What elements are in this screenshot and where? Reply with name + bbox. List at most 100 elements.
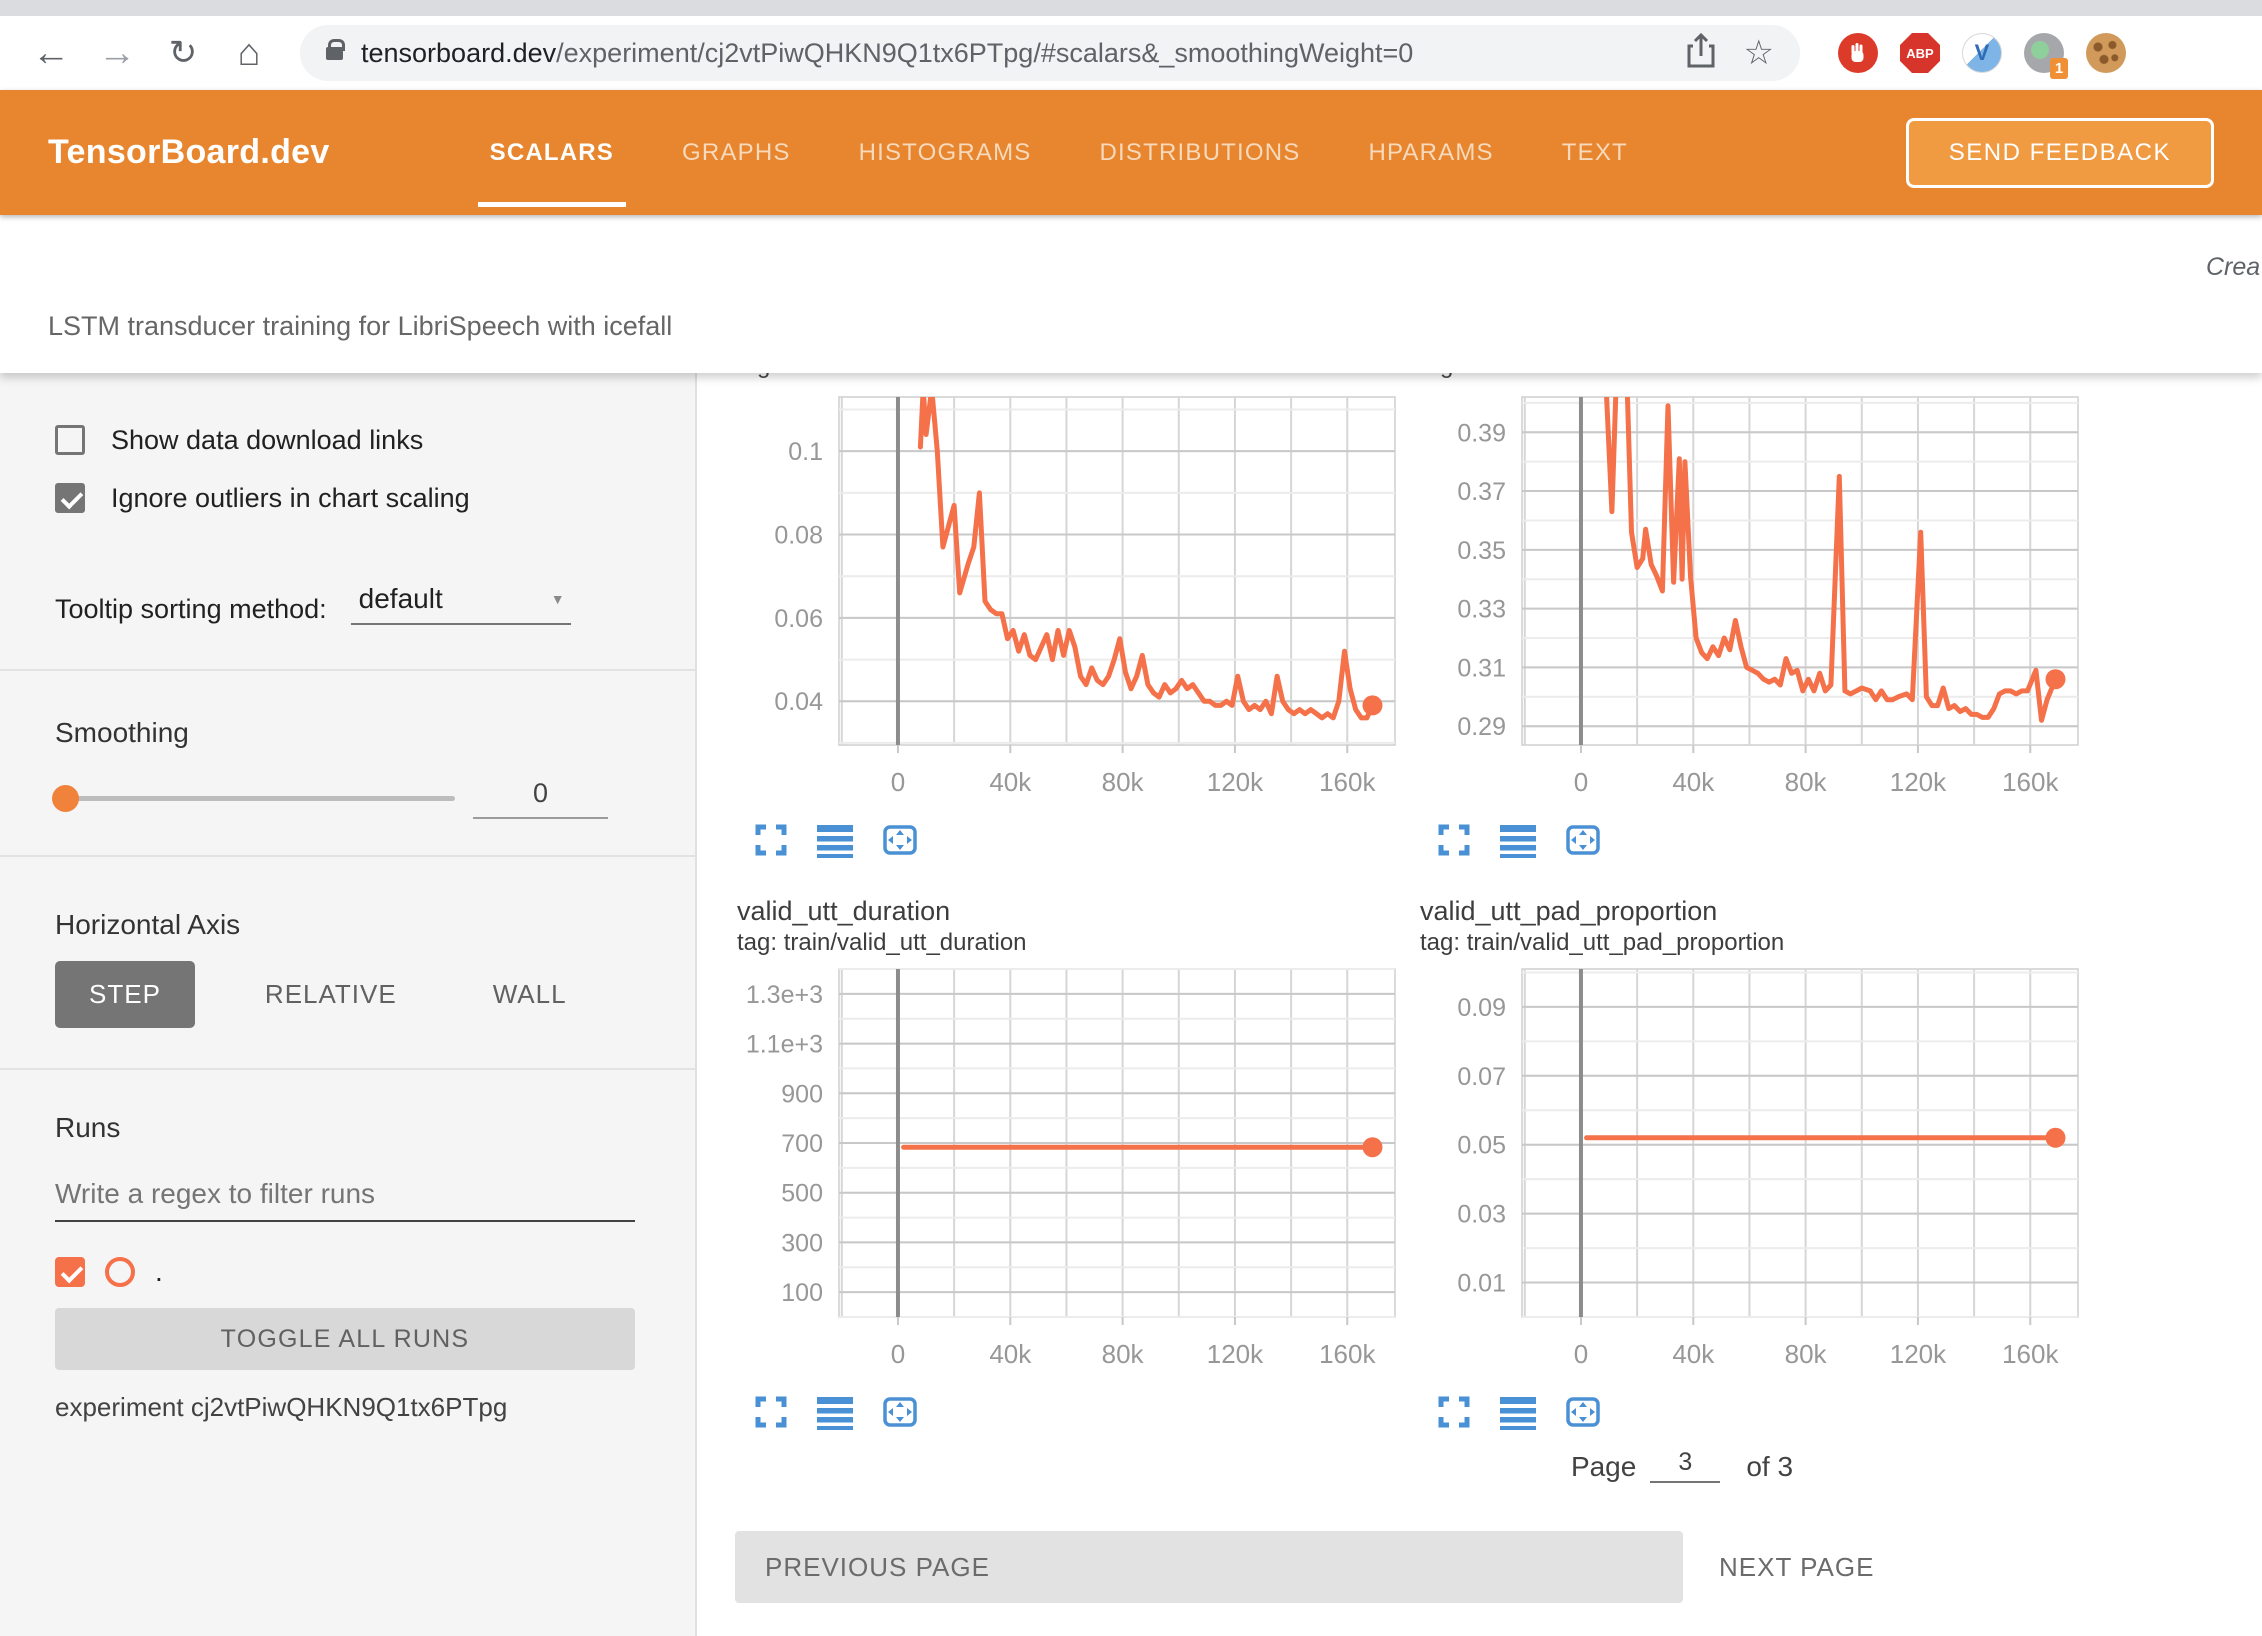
run-name: .: [155, 1256, 163, 1288]
tooltip-sorting-select[interactable]: default ▼: [351, 583, 571, 625]
svg-text:0.29: 0.29: [1457, 713, 1506, 741]
smoothing-slider[interactable]: [55, 796, 455, 801]
svg-text:120k: 120k: [1890, 767, 1947, 797]
privacy-extension-icon[interactable]: 1: [2024, 33, 2064, 73]
toggle-all-runs-button[interactable]: TOGGLE ALL RUNS: [55, 1308, 635, 1370]
clipped-tag: tag: train/…: [1410, 373, 2093, 385]
tab-hparams[interactable]: HPARAMS: [1368, 90, 1493, 215]
browser-tab-strip: [0, 0, 2262, 16]
svg-text:0.09: 0.09: [1457, 994, 1506, 1022]
expand-lines-icon[interactable]: [1500, 1394, 1536, 1430]
svg-text:0.37: 0.37: [1457, 478, 1506, 506]
tab-distributions[interactable]: DISTRIBUTIONS: [1100, 90, 1301, 215]
fit-domain-icon[interactable]: [881, 822, 919, 858]
fullscreen-icon[interactable]: [753, 822, 789, 858]
svg-text:0: 0: [1574, 1339, 1588, 1369]
chart-canvas-top-right[interactable]: 0.290.310.330.350.370.39040k80k120k160k: [1410, 389, 2093, 804]
svg-text:0.07: 0.07: [1457, 1063, 1506, 1091]
bookmark-star-icon[interactable]: ☆: [1744, 33, 1774, 73]
axis-wall-button[interactable]: WALL: [467, 961, 593, 1028]
svg-text:100: 100: [781, 1279, 823, 1307]
axis-relative-button[interactable]: RELATIVE: [239, 961, 423, 1028]
tab-scalars[interactable]: SCALARS: [490, 90, 614, 215]
expand-lines-icon[interactable]: [1500, 822, 1536, 858]
pagination: Page 3 of 3: [997, 1448, 2262, 1483]
url-bar[interactable]: tensorboard.dev/experiment/cj2vtPiwQHKN9…: [300, 25, 1800, 81]
svg-text:160k: 160k: [2002, 1339, 2059, 1369]
tab-histograms[interactable]: HISTOGRAMS: [859, 90, 1032, 215]
page-total-label: of 3: [1746, 1451, 1793, 1483]
svg-text:0.03: 0.03: [1457, 1201, 1506, 1229]
run-checkbox-checked-icon[interactable]: [55, 1257, 85, 1287]
svg-text:40k: 40k: [1672, 1339, 1715, 1369]
fit-domain-icon[interactable]: [881, 1394, 919, 1430]
chart-tag: tag: train/valid_utt_duration: [737, 929, 1410, 957]
back-icon[interactable]: ←: [22, 24, 80, 82]
browser-chrome: ← → ↻ ⌂ tensorboard.dev/experiment/cj2vt…: [0, 0, 2262, 90]
chart-card-top-left: 0.040.060.080.1040k80k120k160k: [727, 385, 1410, 862]
url-text[interactable]: tensorboard.dev/experiment/cj2vtPiwQHKN9…: [361, 38, 1670, 69]
subheader: LSTM transducer training for LibriSpeech…: [0, 215, 2262, 373]
svg-text:160k: 160k: [1319, 1339, 1376, 1369]
previous-page-button[interactable]: PREVIOUS PAGE: [735, 1531, 1683, 1603]
v-extension-icon[interactable]: V: [1962, 33, 2002, 73]
checkbox-checked-icon[interactable]: [55, 483, 85, 513]
fullscreen-icon[interactable]: [753, 1394, 789, 1430]
chart-card-valid-utt-duration: valid_utt_duration tag: train/valid_utt_…: [727, 862, 1410, 1434]
svg-text:0.04: 0.04: [774, 688, 823, 716]
smoothing-value-input[interactable]: 0: [473, 778, 608, 819]
chart-canvas-top-left[interactable]: 0.040.060.080.1040k80k120k160k: [727, 389, 1410, 804]
page-number-input[interactable]: 3: [1650, 1448, 1720, 1483]
runs-label: Runs: [55, 1112, 635, 1144]
forward-icon[interactable]: →: [88, 24, 146, 82]
expand-lines-icon[interactable]: [817, 822, 853, 858]
svg-text:80k: 80k: [1785, 767, 1828, 797]
axis-step-button[interactable]: STEP: [55, 961, 195, 1028]
chart-canvas-valid-utt-duration[interactable]: 1003005007009001.1e+31.3e+3040k80k120k16…: [727, 961, 1410, 1376]
svg-text:700: 700: [781, 1130, 823, 1158]
run-color-swatch-icon: [105, 1257, 135, 1287]
svg-text:120k: 120k: [1890, 1339, 1947, 1369]
svg-text:40k: 40k: [989, 767, 1032, 797]
home-icon[interactable]: ⌂: [220, 24, 278, 82]
slider-thumb[interactable]: [52, 785, 79, 812]
reload-icon[interactable]: ↻: [154, 24, 212, 82]
svg-text:0.06: 0.06: [774, 605, 823, 633]
adblock-hand-icon[interactable]: [1838, 33, 1878, 73]
chart-title: valid_utt_pad_proportion: [1420, 896, 2093, 927]
svg-text:120k: 120k: [1207, 767, 1264, 797]
expand-lines-icon[interactable]: [817, 1394, 853, 1430]
tab-text[interactable]: TEXT: [1562, 90, 1628, 215]
fit-domain-icon[interactable]: [1564, 822, 1602, 858]
svg-text:1.1e+3: 1.1e+3: [746, 1031, 823, 1059]
svg-text:0.05: 0.05: [1457, 1132, 1506, 1160]
cookie-extension-icon[interactable]: [2086, 33, 2126, 73]
svg-text:160k: 160k: [2002, 767, 2059, 797]
share-icon[interactable]: [1684, 32, 1718, 75]
checkbox-label: Ignore outliers in chart scaling: [111, 483, 470, 514]
fullscreen-icon[interactable]: [1436, 822, 1472, 858]
run-filter-input[interactable]: Write a regex to filter runs: [55, 1178, 635, 1222]
chart-canvas-valid-utt-pad-proportion[interactable]: 0.010.030.050.070.09040k80k120k160k: [1410, 961, 2093, 1376]
run-row[interactable]: .: [55, 1252, 635, 1292]
send-feedback-button[interactable]: SEND FEEDBACK: [1906, 118, 2214, 188]
ignore-outliers-row[interactable]: Ignore outliers in chart scaling: [55, 481, 635, 515]
checkbox-unchecked-icon[interactable]: [55, 425, 85, 455]
abp-extension-icon[interactable]: ABP: [1900, 33, 1940, 73]
tooltip-sorting-label: Tooltip sorting method:: [55, 594, 327, 625]
tensorboard-logo[interactable]: TensorBoard.dev: [48, 133, 330, 172]
chart-tag: tag: train/valid_utt_pad_proportion: [1420, 929, 2093, 957]
settings-sidebar: Show data download links Ignore outliers…: [0, 373, 697, 1636]
svg-text:0.35: 0.35: [1457, 537, 1506, 565]
show-download-links-row[interactable]: Show data download links: [55, 423, 635, 457]
fullscreen-icon[interactable]: [1436, 1394, 1472, 1430]
svg-text:0.08: 0.08: [774, 522, 823, 550]
lock-icon: [326, 47, 343, 60]
experiment-title: LSTM transducer training for LibriSpeech…: [48, 311, 672, 342]
fit-domain-icon[interactable]: [1564, 1394, 1602, 1430]
svg-text:0.33: 0.33: [1457, 596, 1506, 624]
svg-text:0.31: 0.31: [1457, 654, 1506, 682]
horizontal-axis-label: Horizontal Axis: [55, 909, 635, 941]
next-page-button[interactable]: NEXT PAGE: [1719, 1552, 1874, 1583]
tab-graphs[interactable]: GRAPHS: [682, 90, 791, 215]
